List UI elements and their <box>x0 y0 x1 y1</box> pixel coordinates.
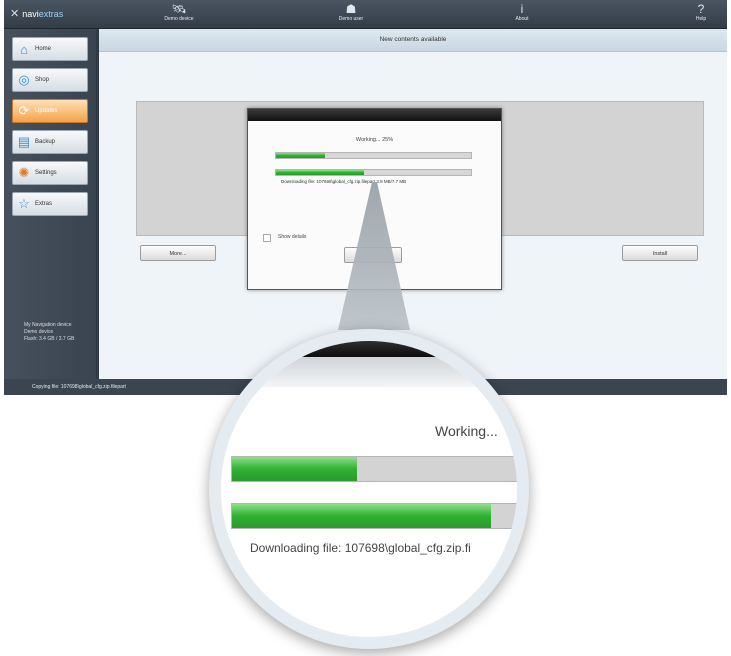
zoomed-overall-progress-bar <box>231 456 517 482</box>
zoomed-overall-progress-fill <box>232 457 358 481</box>
zoomed-dialog-titlebar <box>221 341 517 357</box>
zoomed-working-status: Working... <box>435 423 498 439</box>
zoomed-dialog-edge <box>221 357 517 387</box>
zoomed-file-progress-bar <box>231 503 517 529</box>
zoomed-file-progress-fill <box>232 504 492 528</box>
zoomed-download-status: Downloading file: 107698\global_cfg.zip.… <box>250 541 471 555</box>
magnifier-lens: Working... Downloading file: 107698\glob… <box>221 341 517 637</box>
